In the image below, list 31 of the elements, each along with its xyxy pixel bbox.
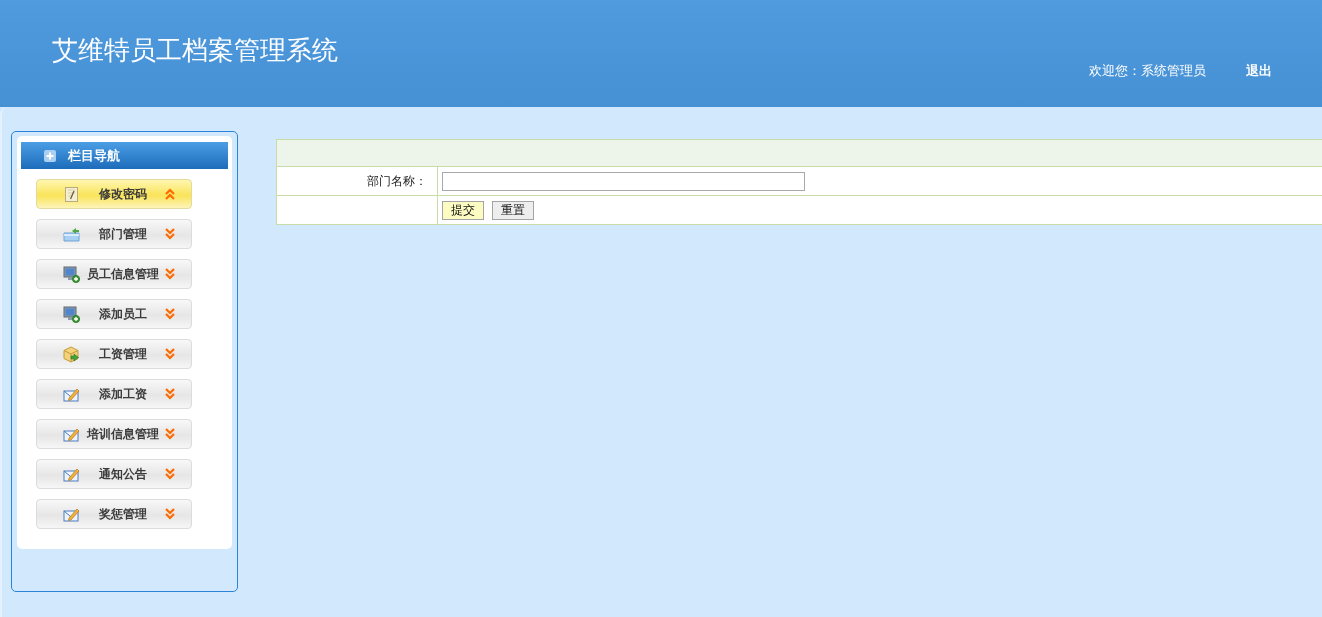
notepad-icon [63,185,80,203]
plus-icon [44,149,56,162]
field-label: 部门名称： [367,173,427,188]
chevron-up-icon [165,188,175,200]
welcome-text: 欢迎您：系统管理员 [1089,63,1206,79]
computer-plus-icon [63,305,80,323]
box-arrow-icon [63,345,80,363]
menu-item[interactable]: 工资管理 [36,339,192,369]
menu-item[interactable]: 部门管理 [36,219,192,249]
nav-title: 栏目导航 [68,146,120,165]
reset-button[interactable]: 重置 [492,200,534,220]
menu-item[interactable]: 员工信息管理 [36,259,192,289]
chevron-down-icon [165,508,175,520]
menu-item[interactable]: 修改密码 [36,179,192,209]
menu-item[interactable]: 培训信息管理 [36,419,192,449]
chevron-down-icon [165,428,175,440]
computer-plus-icon [63,265,80,283]
input-field[interactable] [442,171,805,191]
chevron-down-icon [165,348,175,360]
menu-item[interactable]: 奖惩管理 [36,499,192,529]
chevron-down-icon [165,228,175,240]
chevron-down-icon [165,308,175,320]
menu-item[interactable]: 添加工资 [36,379,192,409]
menu-item[interactable]: 通知公告 [36,459,192,489]
folder-arrow-icon [63,225,80,243]
chevron-down-icon [165,468,175,480]
app-title: 艾维特员工档案管理系统 [51,35,338,66]
chevron-down-icon [165,388,175,400]
submit-button[interactable]: 提交 [442,200,484,220]
chevron-down-icon [165,268,175,280]
menu-item[interactable]: 添加员工 [36,299,192,329]
